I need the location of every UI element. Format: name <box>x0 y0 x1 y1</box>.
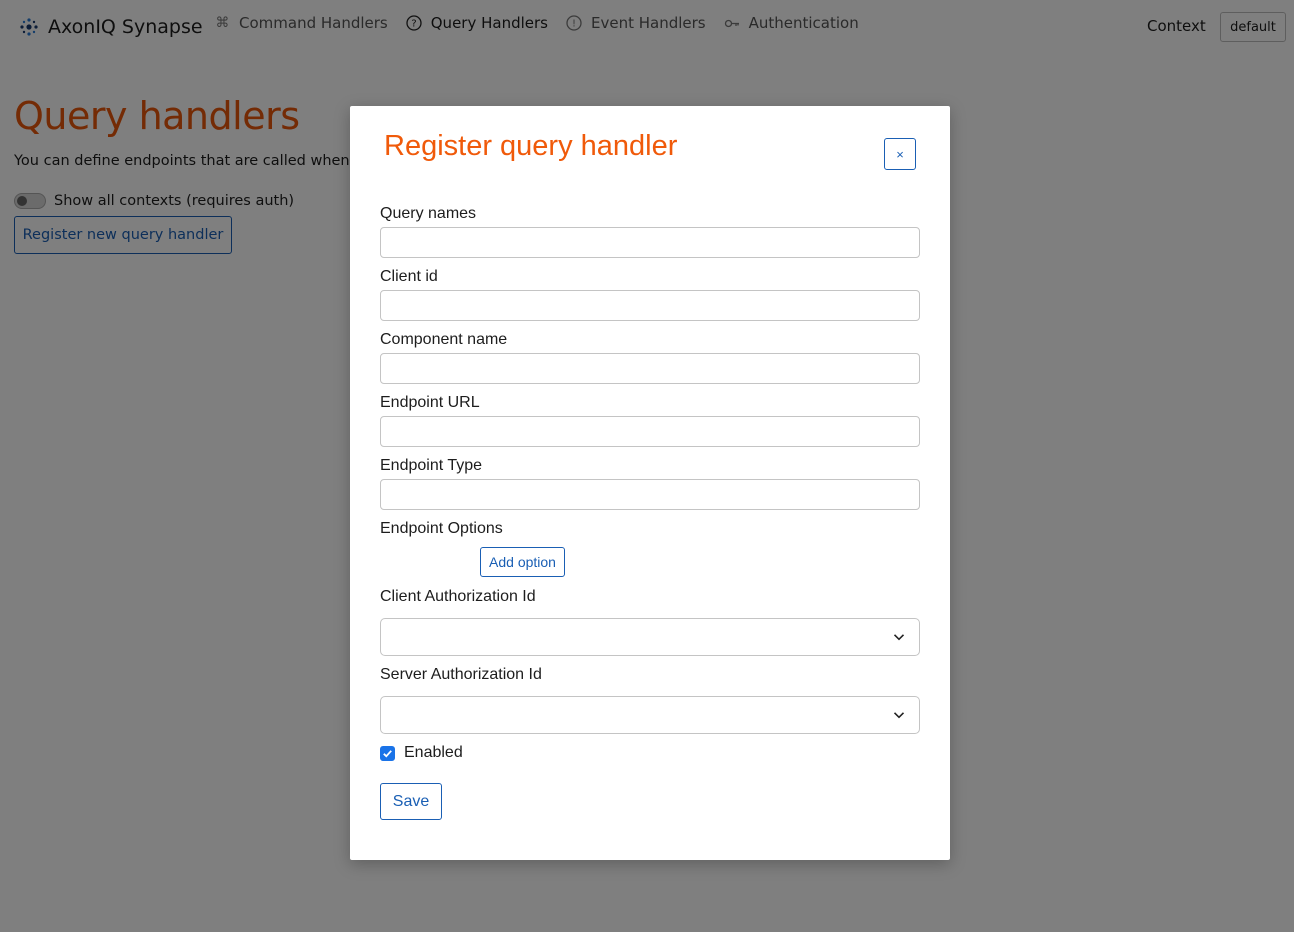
endpoint-url-label: Endpoint URL <box>380 394 480 411</box>
endpoint-url-input[interactable] <box>380 416 920 447</box>
client-authorization-id-label: Client Authorization Id <box>380 588 536 605</box>
server-authorization-id-label: Server Authorization Id <box>380 666 542 683</box>
client-authorization-id-select[interactable] <box>380 618 920 656</box>
add-option-button[interactable]: Add option <box>480 547 565 577</box>
enabled-row: Enabled <box>380 744 463 762</box>
query-names-input[interactable] <box>380 227 920 258</box>
chevron-down-icon <box>893 712 905 719</box>
checkmark-icon <box>383 749 392 757</box>
client-id-input[interactable] <box>380 290 920 321</box>
endpoint-type-label: Endpoint Type <box>380 457 483 474</box>
enabled-label: Enabled <box>404 744 463 761</box>
modal-title: Register query handler <box>384 130 678 162</box>
component-name-label: Component name <box>380 331 508 348</box>
close-button[interactable]: × <box>884 138 916 170</box>
page: AxonIQ Synapse ⌘ Command Handlers ? Quer… <box>0 0 1294 932</box>
endpoint-type-input[interactable] <box>380 479 920 510</box>
client-id-label: Client id <box>380 268 438 285</box>
enabled-checkbox[interactable] <box>380 745 395 761</box>
register-query-handler-modal: Register query handler × Query names Cli… <box>350 106 950 860</box>
endpoint-options-label: Endpoint Options <box>380 520 503 537</box>
save-button[interactable]: Save <box>380 783 442 820</box>
server-authorization-id-select[interactable] <box>380 696 920 734</box>
query-names-label: Query names <box>380 205 477 222</box>
chevron-down-icon <box>893 634 905 641</box>
component-name-input[interactable] <box>380 353 920 384</box>
close-icon: × <box>896 146 904 162</box>
